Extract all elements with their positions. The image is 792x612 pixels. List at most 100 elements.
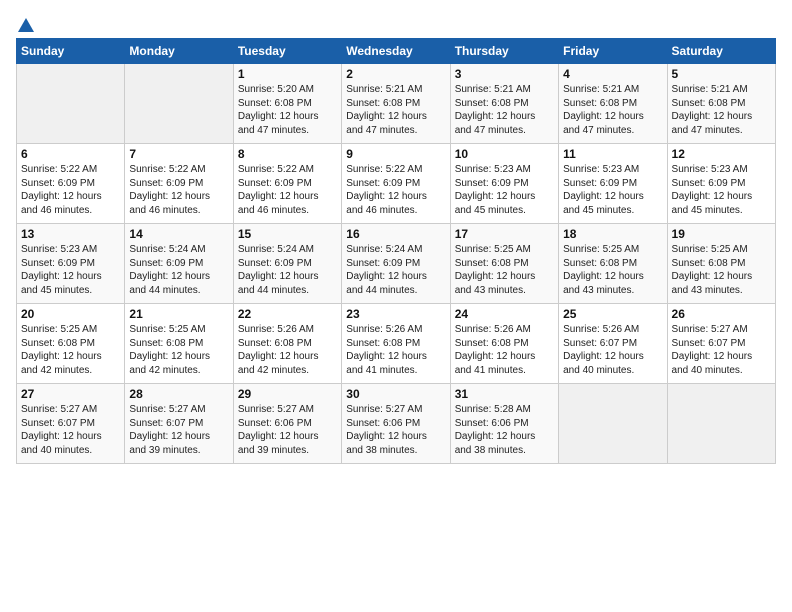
day-info: Sunrise: 5:25 AMSunset: 6:08 PMDaylight:… — [21, 323, 120, 377]
day-number: 22 — [238, 307, 337, 321]
header-wednesday: Wednesday — [342, 39, 450, 64]
day-number: 12 — [672, 147, 771, 161]
day-info: Sunrise: 5:27 AMSunset: 6:06 PMDaylight:… — [346, 403, 445, 457]
day-info: Sunrise: 5:27 AMSunset: 6:07 PMDaylight:… — [21, 403, 120, 457]
day-number: 26 — [672, 307, 771, 321]
day-number: 18 — [563, 227, 662, 241]
table-row: 4 Sunrise: 5:21 AMSunset: 6:08 PMDayligh… — [559, 64, 667, 144]
header-saturday: Saturday — [667, 39, 775, 64]
table-row: 10 Sunrise: 5:23 AMSunset: 6:09 PMDaylig… — [450, 144, 558, 224]
table-row — [667, 384, 775, 464]
calendar-week-row: 13 Sunrise: 5:23 AMSunset: 6:09 PMDaylig… — [17, 224, 776, 304]
day-number: 31 — [455, 387, 554, 401]
day-info: Sunrise: 5:25 AMSunset: 6:08 PMDaylight:… — [563, 243, 662, 297]
header-tuesday: Tuesday — [233, 39, 341, 64]
table-row: 9 Sunrise: 5:22 AMSunset: 6:09 PMDayligh… — [342, 144, 450, 224]
table-row: 6 Sunrise: 5:22 AMSunset: 6:09 PMDayligh… — [17, 144, 125, 224]
table-row: 27 Sunrise: 5:27 AMSunset: 6:07 PMDaylig… — [17, 384, 125, 464]
header-sunday: Sunday — [17, 39, 125, 64]
day-number: 15 — [238, 227, 337, 241]
calendar-week-row: 6 Sunrise: 5:22 AMSunset: 6:09 PMDayligh… — [17, 144, 776, 224]
day-number: 13 — [21, 227, 120, 241]
day-number: 8 — [238, 147, 337, 161]
day-number: 29 — [238, 387, 337, 401]
day-info: Sunrise: 5:26 AMSunset: 6:07 PMDaylight:… — [563, 323, 662, 377]
table-row — [17, 64, 125, 144]
day-number: 30 — [346, 387, 445, 401]
table-row: 28 Sunrise: 5:27 AMSunset: 6:07 PMDaylig… — [125, 384, 233, 464]
table-row: 22 Sunrise: 5:26 AMSunset: 6:08 PMDaylig… — [233, 304, 341, 384]
table-row: 15 Sunrise: 5:24 AMSunset: 6:09 PMDaylig… — [233, 224, 341, 304]
table-row — [559, 384, 667, 464]
table-row: 5 Sunrise: 5:21 AMSunset: 6:08 PMDayligh… — [667, 64, 775, 144]
day-info: Sunrise: 5:26 AMSunset: 6:08 PMDaylight:… — [455, 323, 554, 377]
day-info: Sunrise: 5:27 AMSunset: 6:07 PMDaylight:… — [672, 323, 771, 377]
calendar-table: Sunday Monday Tuesday Wednesday Thursday… — [16, 38, 776, 464]
table-row: 25 Sunrise: 5:26 AMSunset: 6:07 PMDaylig… — [559, 304, 667, 384]
calendar-week-row: 1 Sunrise: 5:20 AMSunset: 6:08 PMDayligh… — [17, 64, 776, 144]
table-row: 14 Sunrise: 5:24 AMSunset: 6:09 PMDaylig… — [125, 224, 233, 304]
table-row: 23 Sunrise: 5:26 AMSunset: 6:08 PMDaylig… — [342, 304, 450, 384]
table-row: 18 Sunrise: 5:25 AMSunset: 6:08 PMDaylig… — [559, 224, 667, 304]
day-number: 4 — [563, 67, 662, 81]
day-info: Sunrise: 5:25 AMSunset: 6:08 PMDaylight:… — [455, 243, 554, 297]
day-number: 20 — [21, 307, 120, 321]
table-row: 29 Sunrise: 5:27 AMSunset: 6:06 PMDaylig… — [233, 384, 341, 464]
logo-triangle-icon — [17, 16, 35, 34]
header-monday: Monday — [125, 39, 233, 64]
table-row: 8 Sunrise: 5:22 AMSunset: 6:09 PMDayligh… — [233, 144, 341, 224]
table-row: 21 Sunrise: 5:25 AMSunset: 6:08 PMDaylig… — [125, 304, 233, 384]
day-info: Sunrise: 5:22 AMSunset: 6:09 PMDaylight:… — [346, 163, 445, 217]
day-info: Sunrise: 5:27 AMSunset: 6:06 PMDaylight:… — [238, 403, 337, 457]
day-number: 7 — [129, 147, 228, 161]
day-info: Sunrise: 5:24 AMSunset: 6:09 PMDaylight:… — [346, 243, 445, 297]
table-row: 7 Sunrise: 5:22 AMSunset: 6:09 PMDayligh… — [125, 144, 233, 224]
day-number: 2 — [346, 67, 445, 81]
day-number: 24 — [455, 307, 554, 321]
day-info: Sunrise: 5:24 AMSunset: 6:09 PMDaylight:… — [129, 243, 228, 297]
table-row: 1 Sunrise: 5:20 AMSunset: 6:08 PMDayligh… — [233, 64, 341, 144]
day-number: 25 — [563, 307, 662, 321]
day-info: Sunrise: 5:21 AMSunset: 6:08 PMDaylight:… — [563, 83, 662, 137]
day-info: Sunrise: 5:20 AMSunset: 6:08 PMDaylight:… — [238, 83, 337, 137]
day-info: Sunrise: 5:21 AMSunset: 6:08 PMDaylight:… — [455, 83, 554, 137]
day-number: 27 — [21, 387, 120, 401]
day-number: 17 — [455, 227, 554, 241]
header-thursday: Thursday — [450, 39, 558, 64]
day-info: Sunrise: 5:22 AMSunset: 6:09 PMDaylight:… — [129, 163, 228, 217]
header-friday: Friday — [559, 39, 667, 64]
day-number: 3 — [455, 67, 554, 81]
day-number: 14 — [129, 227, 228, 241]
day-info: Sunrise: 5:25 AMSunset: 6:08 PMDaylight:… — [672, 243, 771, 297]
table-row: 20 Sunrise: 5:25 AMSunset: 6:08 PMDaylig… — [17, 304, 125, 384]
day-info: Sunrise: 5:22 AMSunset: 6:09 PMDaylight:… — [238, 163, 337, 217]
day-info: Sunrise: 5:23 AMSunset: 6:09 PMDaylight:… — [672, 163, 771, 217]
table-row: 30 Sunrise: 5:27 AMSunset: 6:06 PMDaylig… — [342, 384, 450, 464]
table-row: 3 Sunrise: 5:21 AMSunset: 6:08 PMDayligh… — [450, 64, 558, 144]
day-info: Sunrise: 5:27 AMSunset: 6:07 PMDaylight:… — [129, 403, 228, 457]
day-number: 6 — [21, 147, 120, 161]
table-row: 13 Sunrise: 5:23 AMSunset: 6:09 PMDaylig… — [17, 224, 125, 304]
day-info: Sunrise: 5:26 AMSunset: 6:08 PMDaylight:… — [346, 323, 445, 377]
logo — [16, 16, 36, 30]
table-row — [125, 64, 233, 144]
calendar-week-row: 27 Sunrise: 5:27 AMSunset: 6:07 PMDaylig… — [17, 384, 776, 464]
day-number: 5 — [672, 67, 771, 81]
table-row: 19 Sunrise: 5:25 AMSunset: 6:08 PMDaylig… — [667, 224, 775, 304]
table-row: 24 Sunrise: 5:26 AMSunset: 6:08 PMDaylig… — [450, 304, 558, 384]
day-info: Sunrise: 5:23 AMSunset: 6:09 PMDaylight:… — [455, 163, 554, 217]
day-number: 28 — [129, 387, 228, 401]
table-row: 12 Sunrise: 5:23 AMSunset: 6:09 PMDaylig… — [667, 144, 775, 224]
day-info: Sunrise: 5:21 AMSunset: 6:08 PMDaylight:… — [346, 83, 445, 137]
table-row: 11 Sunrise: 5:23 AMSunset: 6:09 PMDaylig… — [559, 144, 667, 224]
day-info: Sunrise: 5:23 AMSunset: 6:09 PMDaylight:… — [21, 243, 120, 297]
day-info: Sunrise: 5:26 AMSunset: 6:08 PMDaylight:… — [238, 323, 337, 377]
day-info: Sunrise: 5:28 AMSunset: 6:06 PMDaylight:… — [455, 403, 554, 457]
table-row: 26 Sunrise: 5:27 AMSunset: 6:07 PMDaylig… — [667, 304, 775, 384]
day-info: Sunrise: 5:23 AMSunset: 6:09 PMDaylight:… — [563, 163, 662, 217]
day-number: 9 — [346, 147, 445, 161]
page-header — [16, 16, 776, 30]
day-info: Sunrise: 5:25 AMSunset: 6:08 PMDaylight:… — [129, 323, 228, 377]
table-row: 17 Sunrise: 5:25 AMSunset: 6:08 PMDaylig… — [450, 224, 558, 304]
day-info: Sunrise: 5:22 AMSunset: 6:09 PMDaylight:… — [21, 163, 120, 217]
